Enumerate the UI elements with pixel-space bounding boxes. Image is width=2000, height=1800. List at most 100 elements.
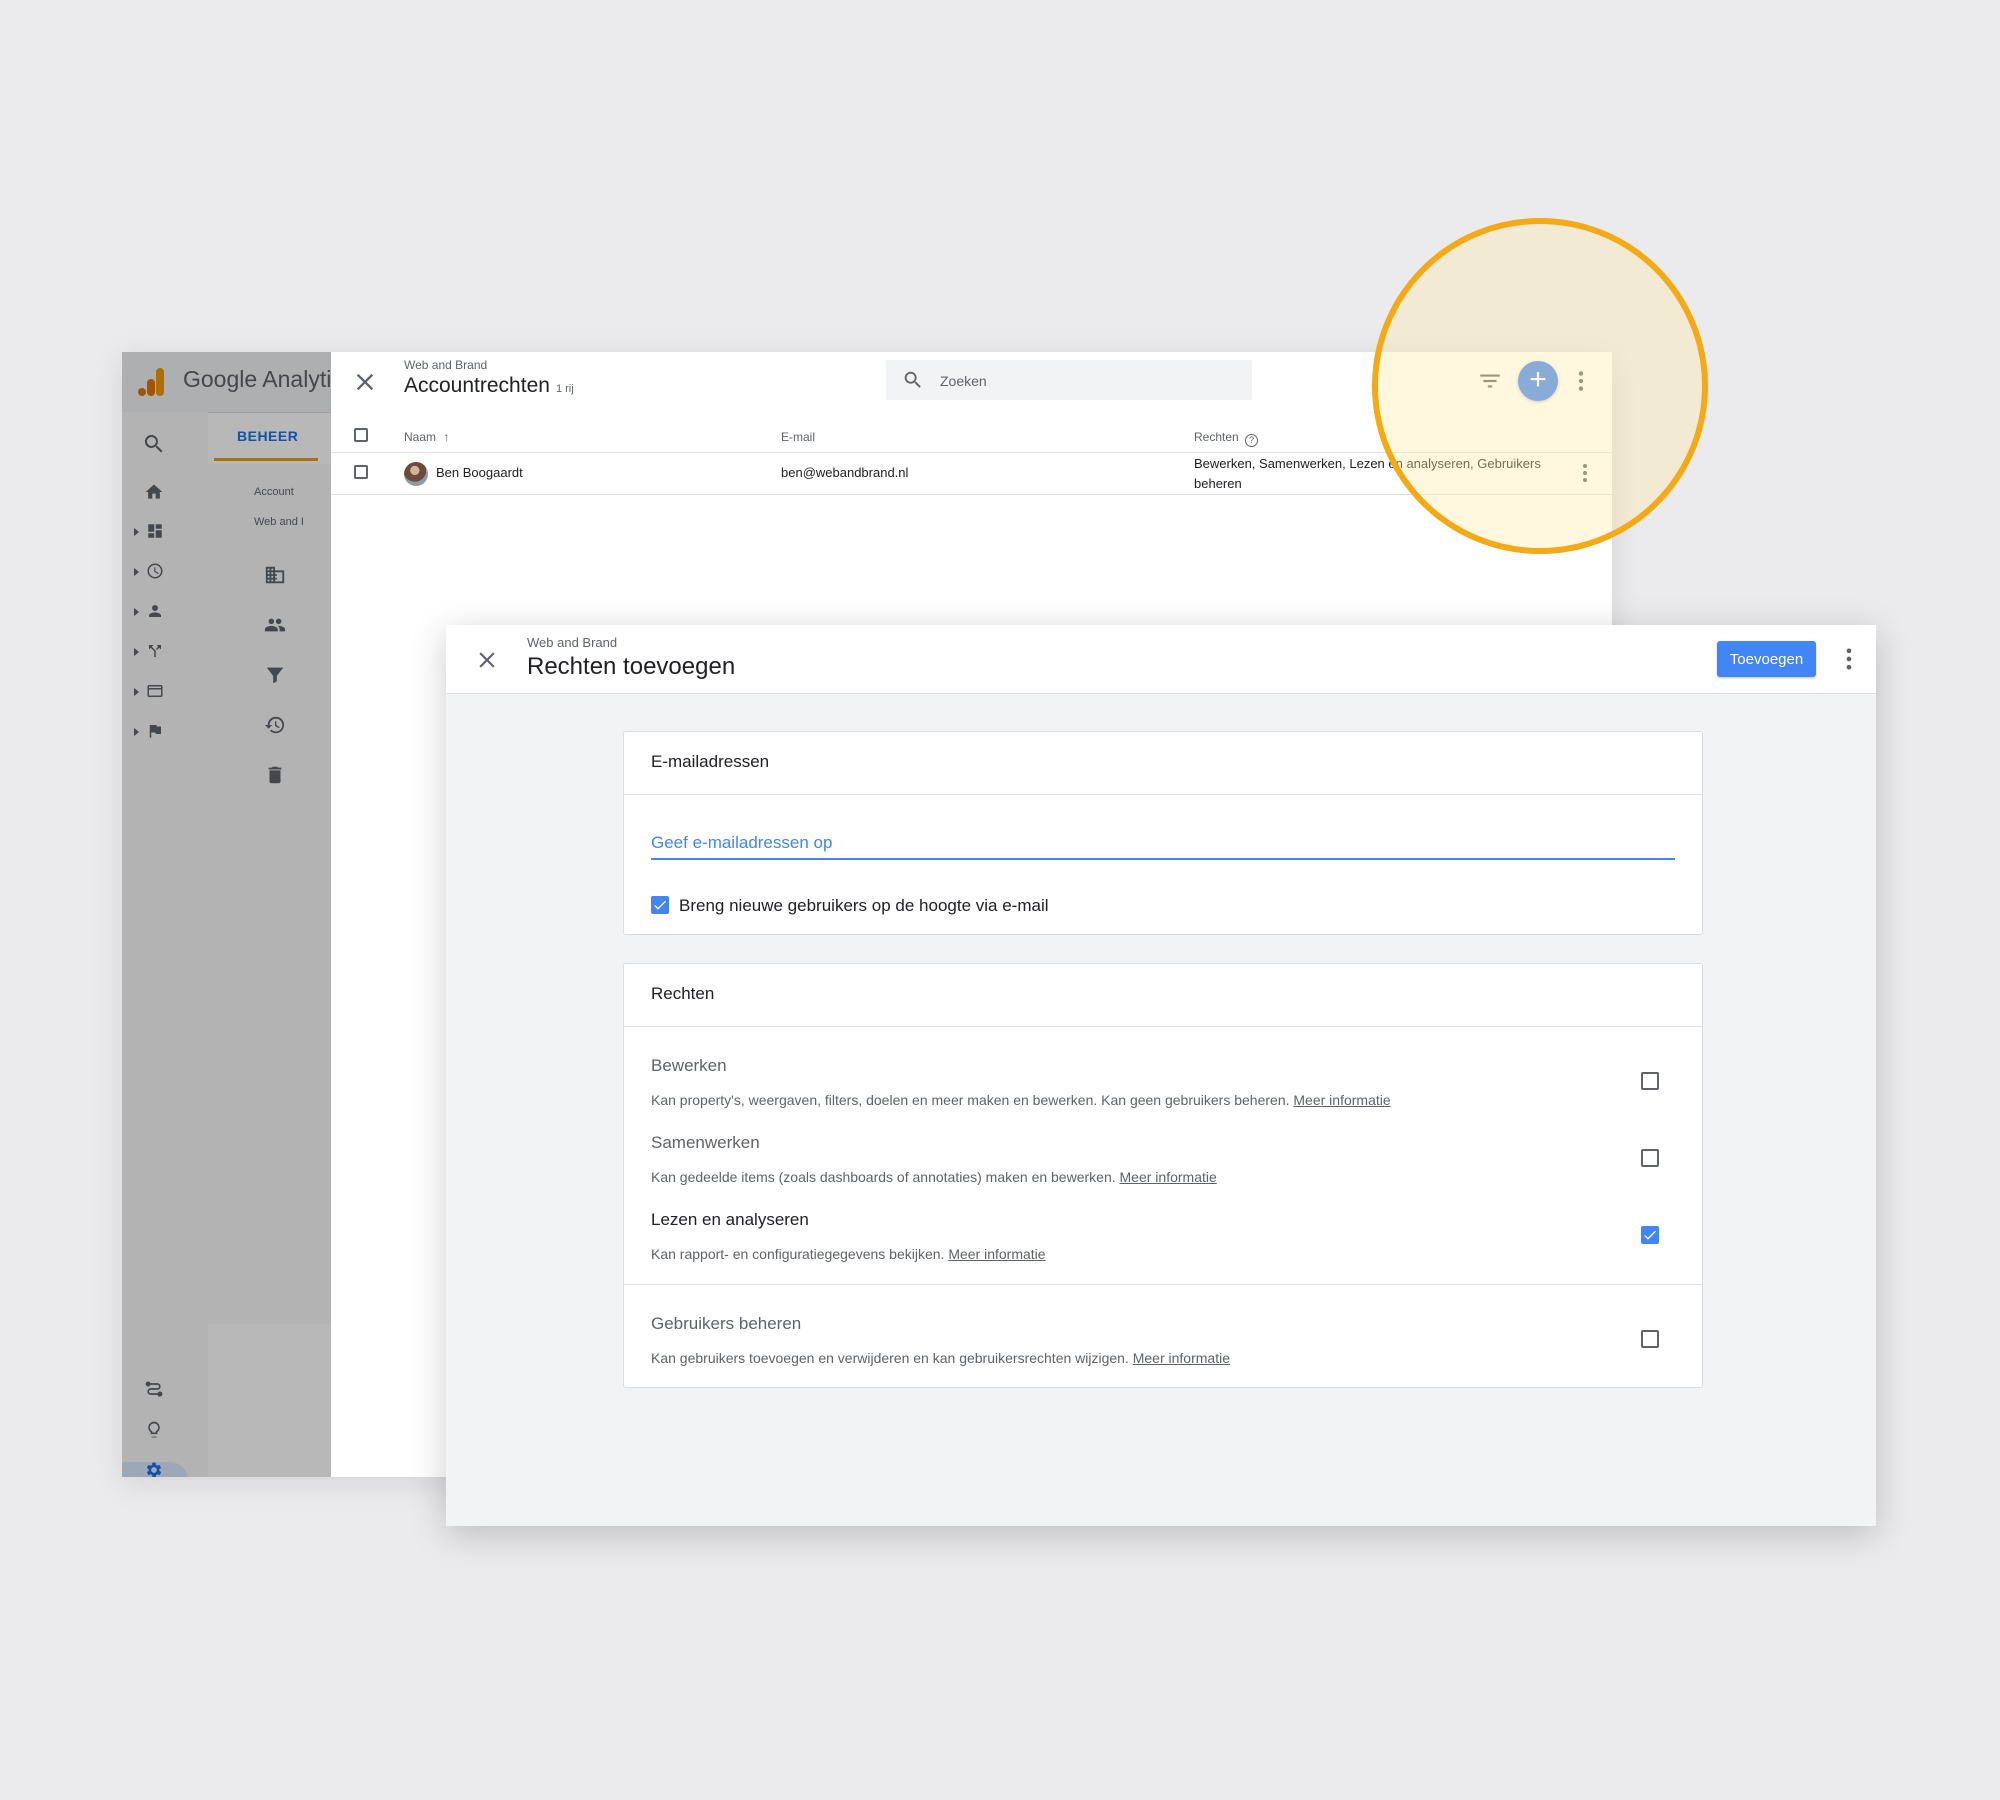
more-info-link[interactable]: Meer informatie [1293,1092,1390,1108]
building-icon[interactable] [264,564,286,586]
analytics-logo [138,366,166,398]
check-icon [1644,1230,1656,1240]
search-input[interactable] [938,368,1232,394]
column-header-email: E-mail [781,430,816,444]
rights-section-title: Rechten [651,984,715,1003]
row-more-vert-icon[interactable] [1573,461,1597,485]
permission-title: Samenwerken [651,1133,760,1152]
table-row[interactable]: Ben Boogaardt ben@webandbrand.nl Bewerke… [331,453,1612,495]
help-icon[interactable]: ? [1245,434,1259,447]
account-label: Account [254,486,294,498]
account-rights-title: Accountrechten 1 rij [404,374,574,398]
permission-checkbox-bewerken[interactable] [1641,1072,1659,1090]
divider [624,1026,1702,1027]
permission-description-text: Kan gebruikers toevoegen en verwijderen … [651,1350,1129,1366]
more-vert-icon[interactable] [1568,368,1594,394]
column-rights-label: Rechten [1194,430,1239,444]
permission-description-text: Kan rapport- en configuratiegegevens bek… [651,1246,945,1262]
row-checkbox[interactable] [354,465,368,479]
add-permissions-dialog: Web and Brand Rechten toevoegen Toevoege… [446,625,1876,1526]
permission-description: Kan rapport- en configuratiegegevens bek… [651,1246,1046,1262]
email-field[interactable] [651,828,1675,860]
plus-icon: + [1529,363,1547,396]
person-icon[interactable] [146,602,164,620]
more-info-link[interactable]: Meer informatie [1120,1169,1217,1185]
expand-caret-icon[interactable] [134,728,139,736]
rights-card: Rechten Bewerken Kan property's, weergav… [623,963,1703,1388]
permission-title: Bewerken [651,1056,727,1075]
row-count: 1 rij [555,383,574,395]
column-name-label: Naam [404,430,437,444]
user-rights: Bewerken, Samenwerken, Lezen en analyser… [1194,456,1541,491]
trash-icon[interactable] [264,764,286,786]
dialog-title: Rechten toevoegen [527,653,736,680]
avatar [404,462,428,486]
divider [624,794,1702,795]
dashboard-icon[interactable] [146,522,164,540]
email-addresses-card: E-mailadressen Breng nieuwe gebruikers o… [623,731,1703,935]
checkbox[interactable] [1641,1072,1659,1090]
permission-description-text: Kan property's, weergaven, filters, doel… [651,1092,1290,1108]
expand-caret-icon[interactable] [134,688,139,696]
behavior-icon[interactable] [146,682,164,700]
attribution-icon[interactable] [144,1379,164,1399]
close-icon[interactable] [474,647,500,673]
tab-active-indicator [214,458,318,461]
dialog-header: Web and Brand Rechten toevoegen Toevoege… [446,625,1876,694]
permission-checkbox-gebruikers-beheren[interactable] [1641,1330,1659,1348]
notify-users-checkbox[interactable] [651,896,669,914]
acquisition-icon[interactable] [146,642,164,660]
search-icon[interactable] [142,432,166,456]
more-vert-icon[interactable] [1835,645,1863,673]
arrow-up-icon: ↑ [443,430,450,444]
permission-title: Lezen en analyseren [651,1210,809,1229]
search-box[interactable] [886,360,1252,400]
check-icon [654,900,666,910]
clock-icon[interactable] [146,562,164,580]
expand-caret-icon[interactable] [134,608,139,616]
select-all-checkbox[interactable] [354,428,368,442]
history-icon[interactable] [264,714,286,736]
filter-icon[interactable] [1477,368,1503,394]
page-title: Accountrechten [404,374,550,397]
column-header-name[interactable]: Naam ↑ [404,430,449,444]
expand-caret-icon[interactable] [134,568,139,576]
lightbulb-icon[interactable] [144,1420,164,1440]
search-icon [902,369,924,391]
admin-account-column: Account Web and I [208,464,331,1324]
email-section-title: E-mailadressen [651,752,770,771]
gear-icon[interactable] [144,1460,164,1477]
expand-caret-icon[interactable] [134,648,139,656]
permission-title: Gebruikers beheren [651,1314,802,1333]
home-icon[interactable] [144,482,164,502]
divider [624,1284,1702,1285]
user-name: Ben Boogaardt [436,465,523,480]
tab-beheer[interactable]: BEHEER [237,428,298,444]
expand-caret-icon[interactable] [134,528,139,536]
add-button[interactable]: Toevoegen [1717,641,1816,677]
account-selector[interactable]: Web and I [254,516,304,528]
permission-checkbox-lezen-en-analyseren[interactable] [1641,1226,1659,1244]
close-icon[interactable] [351,368,379,396]
checkbox[interactable] [1641,1149,1659,1167]
account-rights-subtitle: Web and Brand [404,358,488,372]
more-info-link[interactable]: Meer informatie [948,1246,1045,1262]
permission-description: Kan gebruikers toevoegen en verwijderen … [651,1350,1230,1366]
analytics-app-title: Google Analytic [183,366,343,392]
notify-users-label: Breng nieuwe gebruikers op de hoogte via… [679,896,1049,915]
checkbox[interactable] [1641,1330,1659,1348]
analytics-nav-rail [122,412,208,1477]
add-user-button[interactable]: + [1518,361,1558,401]
filter-funnel-icon[interactable] [264,664,286,686]
analytics-header: Google Analytic [122,352,343,413]
more-info-link[interactable]: Meer informatie [1133,1350,1230,1366]
column-header-rights: Rechten ? [1194,430,1259,447]
permission-description-text: Kan gedeelde items (zoals dashboards of … [651,1169,1116,1185]
table-header-row: Naam ↑ E-mail Rechten ? [331,412,1612,453]
user-email: ben@webandbrand.nl [781,465,909,480]
permission-checkbox-samenwerken[interactable] [1641,1149,1659,1167]
users-icon[interactable] [264,614,286,636]
permission-description: Kan property's, weergaven, filters, doel… [651,1092,1391,1108]
dialog-subtitle: Web and Brand [527,635,618,650]
flag-icon[interactable] [146,722,164,740]
